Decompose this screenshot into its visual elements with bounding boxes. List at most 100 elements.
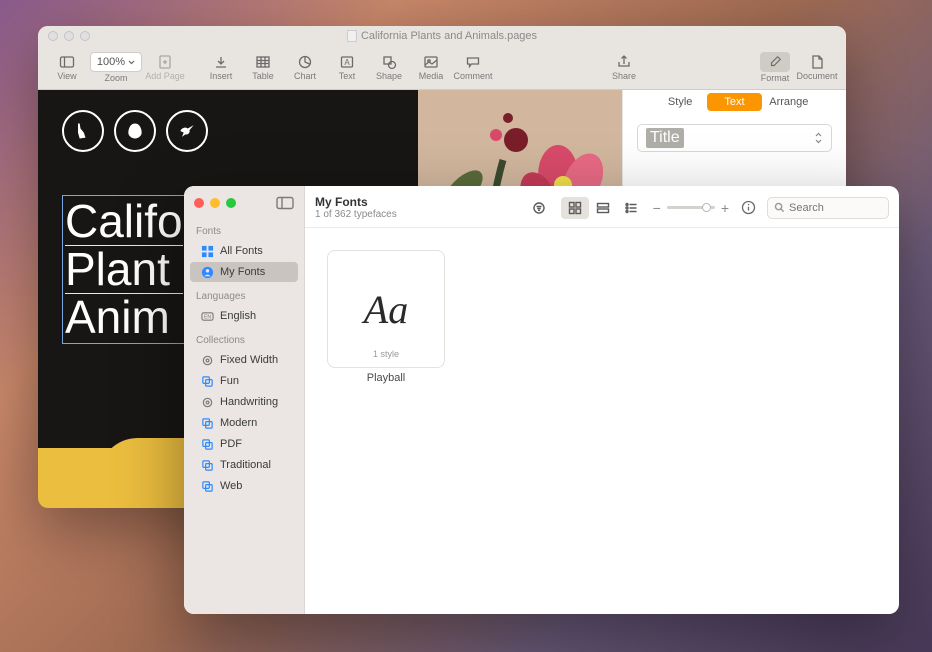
format-button[interactable]: Format [754,48,796,88]
language-icon: EN [200,309,214,323]
plus-icon [157,54,173,70]
sidebar-icon [59,54,75,70]
table-icon [255,54,271,70]
sidebar-item-modern[interactable]: Modern [190,413,298,433]
title-text-block[interactable]: Califo Plant Anim [62,195,186,344]
fonts-group-label: Fonts [184,218,304,240]
samples-view-button[interactable] [589,197,617,219]
pages-toolbar: View 100% Zoom Add Page Insert Table Cha… [38,46,846,90]
document-icon [809,54,825,70]
sidebar-item-label: Handwriting [220,396,278,408]
sidebar-item-all-fonts[interactable]: All Fonts [190,241,298,261]
zoom-control[interactable]: 100% Zoom [88,48,144,88]
fontbook-sidebar: Fonts All Fonts My Fonts Languages EN En… [184,186,305,614]
search-input[interactable] [789,202,879,214]
person-icon [200,265,214,279]
sidebar-item-web[interactable]: Web [190,476,298,496]
text-button[interactable]: A Text [326,48,368,88]
document-button[interactable]: Document [796,48,838,88]
sidebar-item-handwriting[interactable]: Handwriting [190,392,298,412]
fontbook-window: Fonts All Fonts My Fonts Languages EN En… [184,186,899,614]
traffic-lights [48,31,90,41]
insert-button[interactable]: Insert [200,48,242,88]
filter-button[interactable] [525,197,553,219]
sidebar-item-label: Web [220,480,242,492]
slider-track[interactable] [667,206,715,209]
title-line-2: Plant [65,246,183,294]
updown-icon [814,132,823,144]
brush-icon [768,55,782,69]
font-grid: Aa 1 style Playball [305,228,899,614]
tab-arrange[interactable]: Arrange [762,93,816,111]
font-name-label: Playball [327,372,445,384]
gear-icon [200,353,214,367]
grid-view-button[interactable] [561,197,589,219]
sidebar-item-label: Fixed Width [220,354,278,366]
text-icon: A [339,54,355,70]
minimize-button[interactable] [64,31,74,41]
sidebar-toggle-icon[interactable] [276,196,294,210]
zoom-button[interactable] [80,31,90,41]
sidebar-item-label: My Fonts [220,266,265,278]
svg-text:A: A [344,58,350,67]
chart-button[interactable]: Chart [284,48,326,88]
shape-icon [381,54,397,70]
collection-icon [200,458,214,472]
sidebar-item-label: PDF [220,438,242,450]
sidebar-item-pdf[interactable]: PDF [190,434,298,454]
california-icon [62,110,104,152]
plus-icon: + [721,200,729,216]
languages-group-label: Languages [184,283,304,305]
sidebar-item-label: Traditional [220,459,271,471]
share-icon [616,54,632,70]
minimize-button[interactable] [210,198,220,208]
sidebar-item-label: All Fonts [220,245,263,257]
view-button[interactable]: View [46,48,88,88]
media-icon [423,54,439,70]
fontbook-traffic-lights [184,192,304,218]
title-line-3: Anim [65,294,183,341]
sidebar-item-my-fonts[interactable]: My Fonts [190,262,298,282]
font-card[interactable]: Aa 1 style [327,250,445,368]
document-icon [347,30,357,42]
sidebar-item-fun[interactable]: Fun [190,371,298,391]
shape-button[interactable]: Shape [368,48,410,88]
close-button[interactable] [48,31,58,41]
font-sample: Aa [364,286,408,333]
tab-text[interactable]: Text [707,93,761,111]
fontbook-title: My Fonts [315,195,397,209]
share-button[interactable]: Share [603,48,645,88]
view-mode-group [561,197,645,219]
header-icons [38,90,418,172]
fontbook-toolbar: My Fonts 1 of 362 typefaces − + [305,186,899,228]
add-page-button[interactable]: Add Page [144,48,186,88]
media-button[interactable]: Media [410,48,452,88]
fontbook-main: My Fonts 1 of 362 typefaces − + [305,186,899,614]
paragraph-style-select[interactable]: Title [637,124,832,152]
grid-icon [200,244,214,258]
title-line-1: Califo [65,198,183,246]
sidebar-item-fixed-width[interactable]: Fixed Width [190,350,298,370]
list-view-button[interactable] [617,197,645,219]
zoom-select[interactable]: 100% [90,52,142,72]
slider-thumb[interactable] [702,203,711,212]
tab-style[interactable]: Style [653,93,707,111]
sidebar-item-english[interactable]: EN English [190,306,298,326]
collection-icon [200,416,214,430]
insert-icon [213,54,229,70]
table-button[interactable]: Table [242,48,284,88]
comment-button[interactable]: Comment [452,48,494,88]
size-slider[interactable]: − + [653,200,729,216]
collection-icon [200,437,214,451]
window-title: California Plants and Animals.pages [347,30,537,42]
search-field[interactable] [767,197,889,219]
leaf-icon [114,110,156,152]
fontbook-title-area: My Fonts 1 of 362 typefaces [315,195,397,220]
sidebar-item-traditional[interactable]: Traditional [190,455,298,475]
collection-icon [200,479,214,493]
close-button[interactable] [194,198,204,208]
info-button[interactable] [737,197,759,219]
chart-icon [297,54,313,70]
zoom-button[interactable] [226,198,236,208]
hummingbird-icon [166,110,208,152]
